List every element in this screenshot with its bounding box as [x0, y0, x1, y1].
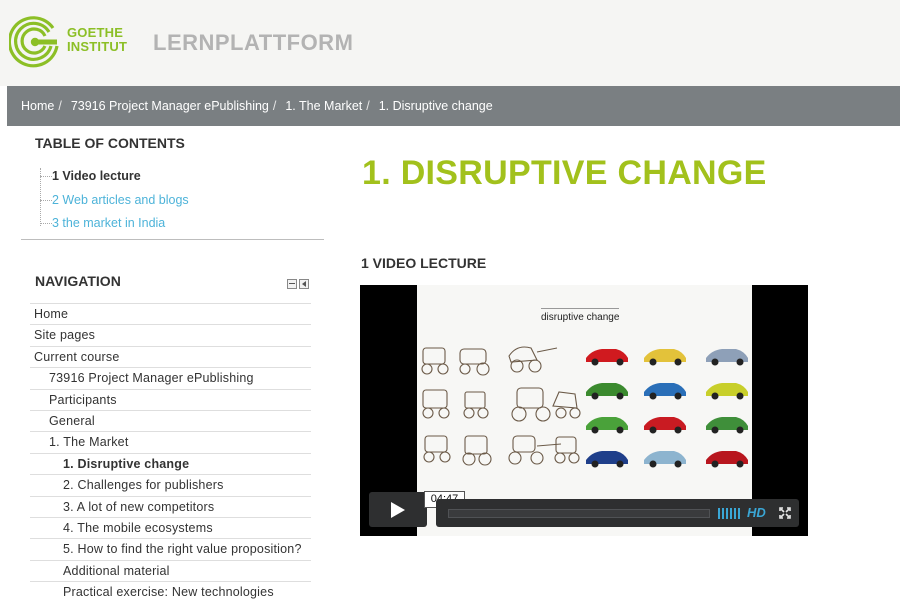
carriage-sketches-image [421, 346, 581, 466]
toc-item-label: 3 the market in India [52, 216, 166, 230]
site-header: GOETHE INSTITUT LERNPLATTFORM [0, 0, 900, 86]
breadcrumb-home[interactable]: Home [21, 99, 54, 113]
nav-item-challenges[interactable]: 2. Challenges for publishers [30, 474, 311, 495]
nav-item-competitors[interactable]: 3. A lot of new competitors [30, 495, 311, 517]
nav-item-general[interactable]: General [30, 409, 311, 431]
nav-item-mobile-ecosystems[interactable]: 4. The mobile ecosystems [30, 516, 311, 538]
collapse-block-icon[interactable] [287, 279, 297, 289]
nav-item-disruptive-change[interactable]: 1. Disruptive change [30, 452, 311, 474]
breadcrumb-separator: / [366, 99, 370, 113]
nav-item-additional-material[interactable]: Additional material [30, 559, 311, 581]
section-title: 1 VIDEO LECTURE [361, 255, 487, 271]
toc-item-video-lecture[interactable]: 1 Video lecture [40, 169, 141, 183]
platform-title[interactable]: LERNPLATTFORM [153, 30, 353, 56]
progress-bar[interactable] [448, 509, 710, 518]
toc-item-market-india[interactable]: 3 the market in India [40, 216, 165, 230]
nav-item-home[interactable]: Home [30, 303, 311, 324]
logo-line-1: GOETHE [67, 25, 124, 40]
toc-title: TABLE OF CONTENTS [35, 135, 185, 151]
breadcrumb-current[interactable]: 1. Disruptive change [379, 99, 493, 113]
nav-item-practical-exercise[interactable]: Practical exercise: New technologies [30, 581, 311, 602]
navigation-title: NAVIGATION [35, 273, 121, 289]
sports-cars-image [586, 349, 748, 468]
goethe-logo-icon[interactable] [9, 16, 61, 68]
slide-caption: disruptive change [541, 308, 620, 323]
video-control-bar: HD [436, 499, 799, 527]
play-icon [391, 502, 405, 518]
nav-item-the-market[interactable]: 1. The Market [30, 431, 311, 452]
breadcrumb-section[interactable]: 1. The Market [285, 99, 362, 113]
nav-item-course[interactable]: 73916 Project Manager ePublishing [30, 367, 311, 388]
logo-text[interactable]: GOETHE INSTITUT [67, 26, 127, 54]
breadcrumb: Home/73916 Project Manager ePublishing/1… [21, 99, 493, 113]
volume-icon[interactable] [718, 508, 740, 519]
hd-button[interactable]: HD [747, 505, 766, 520]
page-title: 1. DISRUPTIVE CHANGE [362, 154, 767, 192]
nav-item-site-pages[interactable]: Site pages [30, 324, 311, 345]
navigation-list: Home Site pages Current course 73916 Pro… [30, 303, 311, 602]
fullscreen-icon[interactable] [779, 507, 791, 519]
toc-item-web-articles[interactable]: 2 Web articles and blogs [40, 193, 189, 207]
breadcrumb-bar: Home/73916 Project Manager ePublishing/1… [7, 86, 900, 126]
logo-line-2: INSTITUT [67, 39, 128, 54]
nav-item-current-course[interactable]: Current course [30, 345, 311, 367]
play-button[interactable] [369, 492, 427, 527]
toc-item-label: 1 Video lecture [52, 169, 141, 183]
dock-block-icon[interactable] [299, 279, 309, 289]
breadcrumb-course[interactable]: 73916 Project Manager ePublishing [71, 99, 269, 113]
breadcrumb-separator: / [272, 99, 277, 113]
nav-item-value-proposition[interactable]: 5. How to find the right value propositi… [30, 538, 311, 559]
toc-divider [21, 239, 324, 240]
toc-item-label: 2 Web articles and blogs [52, 193, 189, 207]
breadcrumb-separator: / [58, 99, 62, 113]
nav-item-participants[interactable]: Participants [30, 388, 311, 410]
